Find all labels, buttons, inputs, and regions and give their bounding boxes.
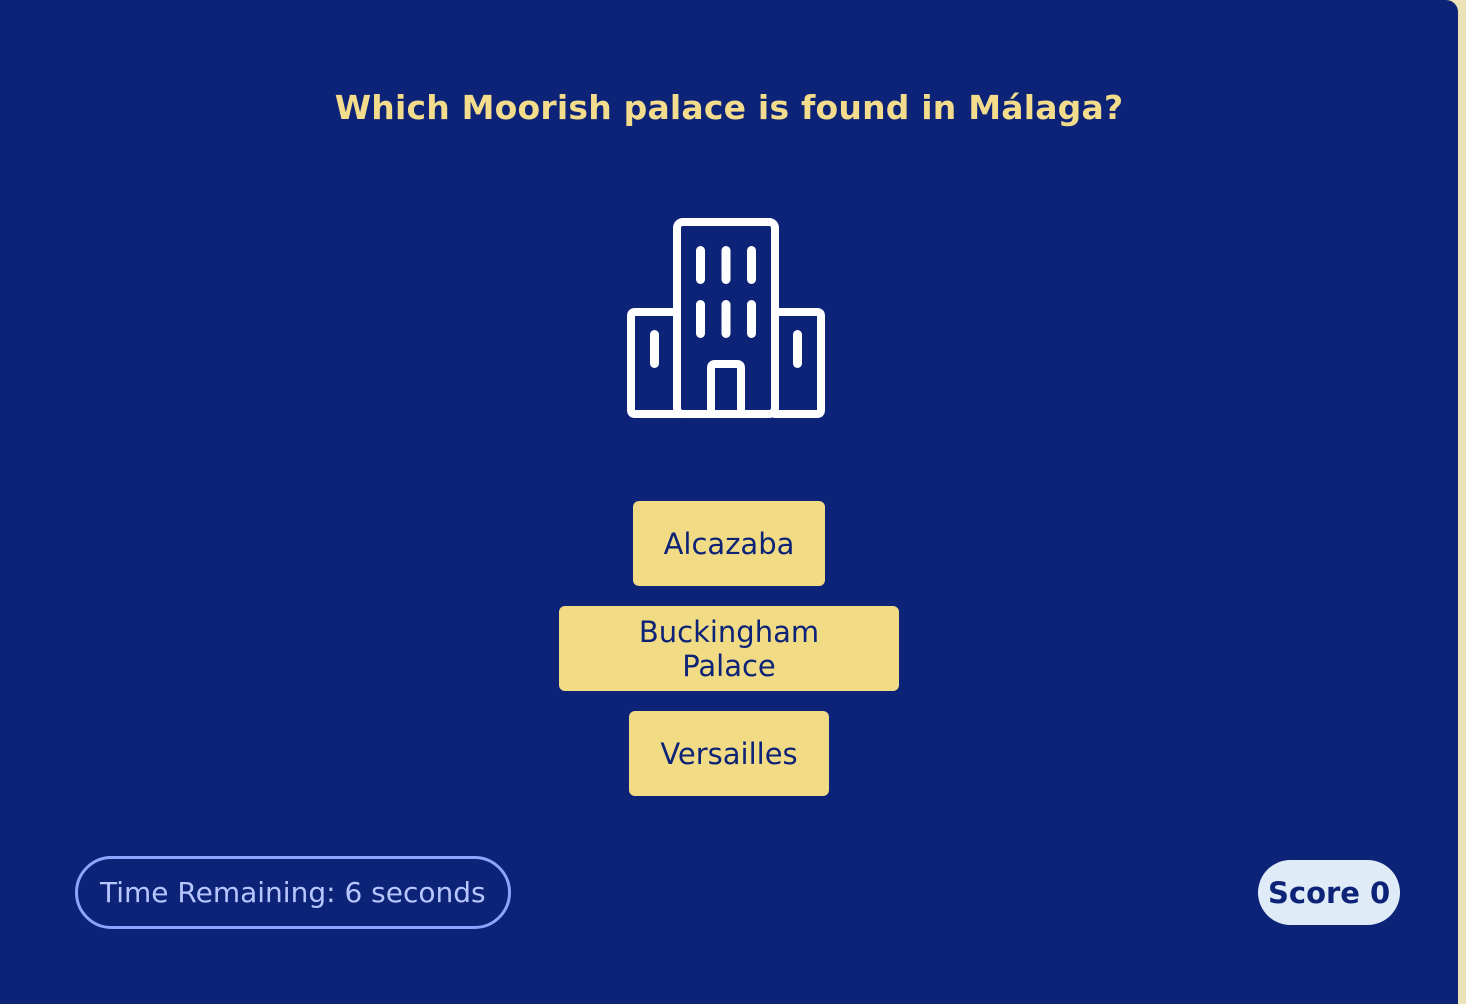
score-badge: Score 0 [1258, 860, 1401, 925]
question-text: Which Moorish palace is found in Málaga? [334, 88, 1124, 127]
answer-list: Alcazaba Buckingham Palace Versailles [0, 501, 1458, 816]
answer-button-versailles[interactable]: Versailles [629, 711, 829, 796]
answer-button-buckingham-palace[interactable]: Buckingham Palace [559, 606, 899, 691]
building-icon [625, 218, 827, 420]
answer-button-alcazaba[interactable]: Alcazaba [633, 501, 825, 586]
time-remaining: Time Remaining: 6 seconds [75, 856, 511, 929]
score-label: Score [1268, 875, 1360, 910]
quiz-screen: Which Moorish palace is found in Málaga? [0, 0, 1458, 1004]
score-value: 0 [1369, 875, 1391, 910]
